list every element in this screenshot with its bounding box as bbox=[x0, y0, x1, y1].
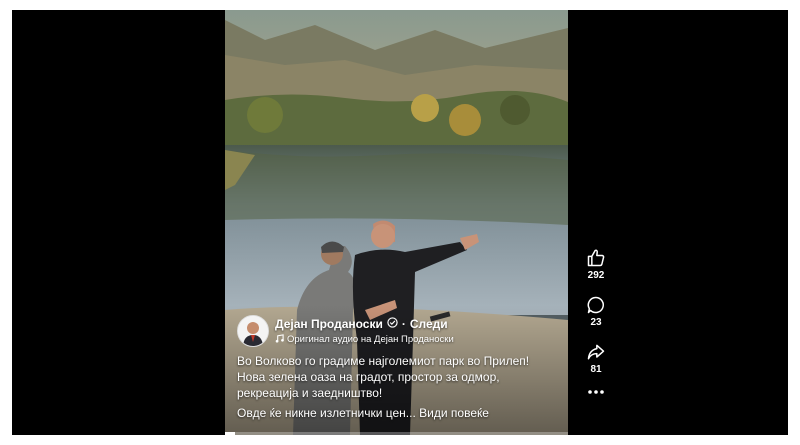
like-count: 292 bbox=[587, 270, 605, 281]
video-progress-bar[interactable] bbox=[225, 432, 568, 435]
author-name[interactable]: Дејан Проданоски bbox=[275, 317, 383, 331]
more-options-button[interactable] bbox=[587, 389, 605, 395]
action-rail: 292 23 81 bbox=[580, 248, 612, 409]
video-progress-fill bbox=[225, 432, 236, 435]
share-button[interactable]: 81 bbox=[586, 342, 606, 375]
author-separator: · bbox=[401, 316, 406, 331]
reel-caption: Во Волково го градиме најголемиот парк в… bbox=[237, 353, 559, 421]
comment-button[interactable]: 23 bbox=[586, 295, 606, 328]
more-dots-icon bbox=[587, 389, 605, 395]
author-avatar[interactable] bbox=[237, 315, 269, 347]
caption-text: Во Волково го градиме најголемиот парк в… bbox=[237, 354, 530, 400]
caption-truncated-text: Овде ќе никне излетнички цен... bbox=[237, 406, 416, 420]
author-block: Дејан Проданоски · Следи Оригинал аудио … bbox=[237, 315, 454, 347]
comment-count: 23 bbox=[590, 317, 602, 328]
reel-viewer: Дејан Проданоски · Следи Оригинал аудио … bbox=[12, 10, 788, 435]
follow-button[interactable]: Следи bbox=[410, 317, 448, 331]
share-count: 81 bbox=[590, 364, 602, 375]
see-more-link[interactable]: Види повеќе bbox=[419, 406, 489, 420]
music-note-icon bbox=[275, 333, 284, 346]
reel-video[interactable]: Дејан Проданоски · Следи Оригинал аудио … bbox=[225, 10, 568, 435]
thumbs-up-icon bbox=[586, 248, 606, 268]
like-button[interactable]: 292 bbox=[586, 248, 606, 281]
comment-bubble-icon bbox=[586, 295, 606, 315]
audio-label[interactable]: Оригинал аудио на Дејан Проданоски bbox=[287, 334, 454, 345]
verified-badge-icon bbox=[387, 316, 398, 331]
share-arrow-icon bbox=[586, 342, 606, 362]
